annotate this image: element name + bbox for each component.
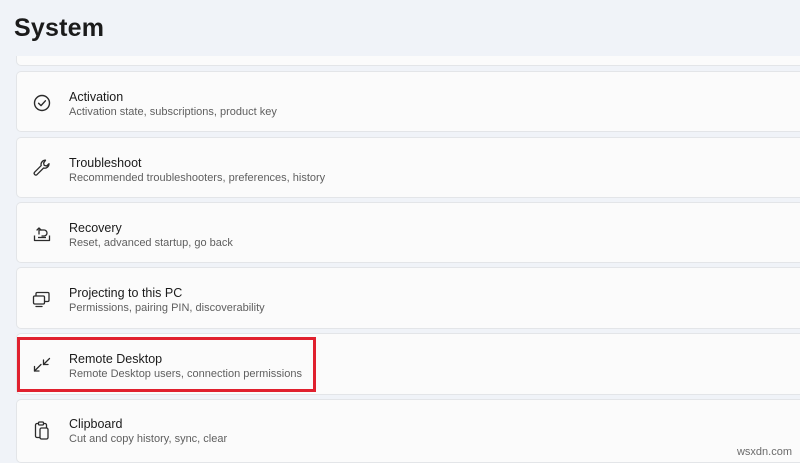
wrench-icon <box>31 157 53 179</box>
settings-item-title: Activation <box>69 90 124 104</box>
settings-item-title: Remote Desktop <box>69 352 163 366</box>
settings-item-remote-desktop[interactable]: Remote Desktop Remote Desktop users, con… <box>16 333 800 395</box>
settings-item-subtitle: Recommended troubleshooters, preferences… <box>69 172 326 184</box>
projecting-icon <box>31 288 53 310</box>
settings-item-title: Projecting to this PC <box>69 286 183 300</box>
settings-list: Activation Activation state, subscriptio… <box>16 0 800 463</box>
recovery-icon <box>31 223 53 245</box>
settings-item-troubleshoot[interactable]: Troubleshoot Recommended troubleshooters… <box>16 137 800 198</box>
settings-item-subtitle: Cut and copy history, sync, clear <box>69 433 228 445</box>
watermark: wsxdn.com <box>736 446 792 458</box>
settings-item-clipboard[interactable]: Clipboard Cut and copy history, sync, cl… <box>16 399 800 463</box>
settings-item-subtitle: Remote Desktop users, connection permiss… <box>69 368 302 380</box>
settings-item-title: Troubleshoot <box>69 156 142 170</box>
settings-item-subtitle: Reset, advanced startup, go back <box>69 237 233 249</box>
settings-card-partial[interactable] <box>16 56 800 66</box>
settings-item-subtitle: Permissions, pairing PIN, discoverabilit… <box>69 302 265 314</box>
clipboard-icon <box>31 419 53 441</box>
settings-item-title: Recovery <box>69 221 122 235</box>
settings-item-subtitle: Activation state, subscriptions, product… <box>69 106 277 118</box>
checkmark-circle-icon <box>31 92 53 114</box>
remote-desktop-icon <box>31 354 53 376</box>
settings-item-activation[interactable]: Activation Activation state, subscriptio… <box>16 71 800 132</box>
settings-item-projecting[interactable]: Projecting to this PC Permissions, pairi… <box>16 267 800 329</box>
settings-item-title: Clipboard <box>69 417 123 431</box>
settings-item-recovery[interactable]: Recovery Reset, advanced startup, go bac… <box>16 202 800 263</box>
